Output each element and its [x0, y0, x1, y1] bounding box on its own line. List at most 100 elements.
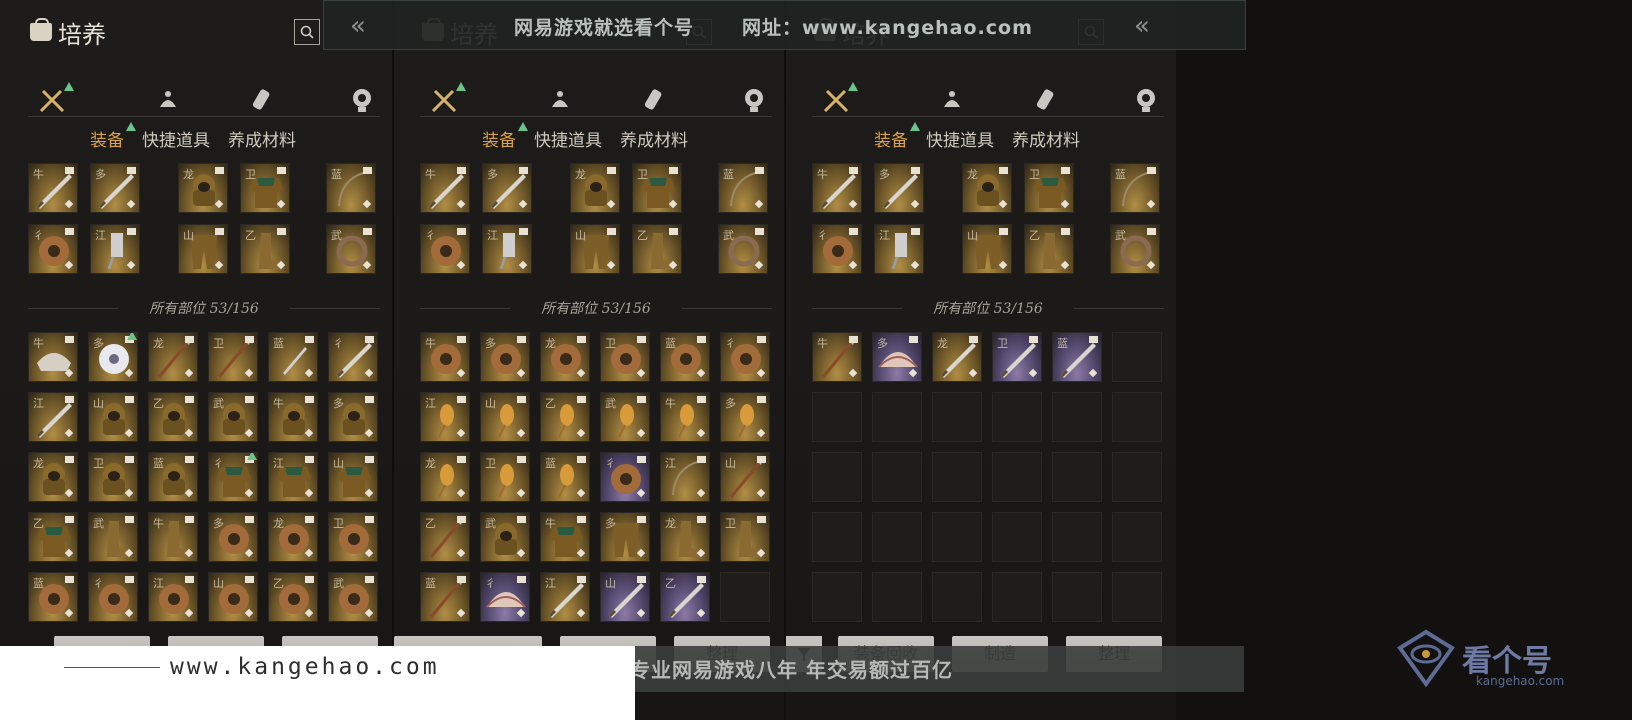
inventory-slot[interactable]: 多 [720, 392, 770, 442]
inventory-slot[interactable]: 牛 [420, 332, 470, 382]
subtab-item[interactable]: 装备 [482, 126, 516, 151]
inventory-slot[interactable]: 彳 [480, 572, 530, 622]
empty-inventory-slot[interactable] [812, 572, 862, 622]
inventory-slot[interactable]: 多 [480, 332, 530, 382]
inventory-slot[interactable]: 山 [480, 392, 530, 442]
inventory-slot[interactable]: 蓝 [28, 572, 78, 622]
tab-equipment-crossed-swords-icon[interactable] [34, 82, 74, 118]
tab-material-scroll-icon[interactable] [244, 82, 280, 118]
inventory-slot[interactable]: 蓝 [326, 163, 376, 213]
inventory-slot[interactable]: 龙 [540, 332, 590, 382]
empty-inventory-slot[interactable] [1112, 332, 1162, 382]
inventory-slot[interactable]: 蓝 [148, 452, 198, 502]
empty-inventory-slot[interactable] [812, 392, 862, 442]
inventory-slot[interactable]: 卫 [600, 332, 650, 382]
inventory-slot[interactable]: 乙 [28, 512, 78, 562]
inventory-slot[interactable]: 卫 [1024, 163, 1074, 213]
inventory-slot[interactable]: 牛 [812, 163, 862, 213]
inventory-slot[interactable]: 多 [88, 332, 138, 382]
empty-inventory-slot[interactable] [932, 572, 982, 622]
empty-inventory-slot[interactable] [1052, 512, 1102, 562]
inventory-slot[interactable]: 江 [482, 224, 532, 274]
inventory-slot[interactable]: 乙 [1024, 224, 1074, 274]
inventory-slot[interactable]: 蓝 [420, 572, 470, 622]
inventory-slot[interactable]: 蓝 [1110, 163, 1160, 213]
inventory-slot[interactable]: 牛 [148, 512, 198, 562]
inventory-slot[interactable]: 多 [872, 332, 922, 382]
subtab-item[interactable]: 快捷道具 [534, 126, 602, 151]
inventory-slot[interactable]: 山 [328, 452, 378, 502]
inventory-slot[interactable]: 江 [420, 392, 470, 442]
inventory-slot[interactable]: 蓝 [268, 332, 318, 382]
inventory-slot[interactable]: 牛 [812, 332, 862, 382]
tab-consumable-pouch-icon[interactable] [150, 82, 186, 118]
empty-inventory-slot[interactable] [932, 512, 982, 562]
inventory-slot[interactable]: 牛 [420, 163, 470, 213]
inventory-slot[interactable]: 多 [208, 512, 258, 562]
subtab-item[interactable]: 装备 [90, 126, 124, 151]
inventory-slot[interactable]: 蓝 [1052, 332, 1102, 382]
inventory-slot[interactable]: 乙 [240, 224, 290, 274]
inventory-slot[interactable]: 彳 [208, 452, 258, 502]
empty-inventory-slot[interactable] [992, 392, 1042, 442]
subtab-item[interactable]: 装备 [874, 126, 908, 151]
inventory-slot[interactable]: 蓝 [540, 452, 590, 502]
empty-inventory-slot[interactable] [1052, 392, 1102, 442]
empty-inventory-slot[interactable] [932, 452, 982, 502]
inventory-slot[interactable]: 牛 [28, 332, 78, 382]
inventory-slot[interactable]: 武 [326, 224, 376, 274]
empty-inventory-slot[interactable] [1112, 452, 1162, 502]
empty-inventory-slot[interactable] [932, 392, 982, 442]
subtab-item[interactable]: 养成材料 [620, 126, 688, 151]
inventory-slot[interactable]: 龙 [28, 452, 78, 502]
inventory-slot[interactable]: 武 [88, 512, 138, 562]
empty-inventory-slot[interactable] [992, 572, 1042, 622]
inventory-slot[interactable]: 彳 [600, 452, 650, 502]
inventory-slot[interactable]: 卫 [480, 452, 530, 502]
inventory-slot[interactable]: 乙 [540, 392, 590, 442]
inventory-slot[interactable]: 多 [600, 512, 650, 562]
empty-inventory-slot[interactable] [872, 452, 922, 502]
inventory-slot[interactable]: 龙 [148, 332, 198, 382]
empty-inventory-slot[interactable] [812, 512, 862, 562]
inventory-slot[interactable]: 武 [480, 512, 530, 562]
inventory-slot[interactable]: 乙 [632, 224, 682, 274]
inventory-slot[interactable]: 卫 [720, 512, 770, 562]
inventory-slot[interactable]: 牛 [268, 392, 318, 442]
inventory-slot[interactable]: 牛 [540, 512, 590, 562]
tab-equipment-crossed-swords-icon[interactable] [426, 82, 466, 118]
inventory-slot[interactable]: 彳 [328, 332, 378, 382]
inventory-slot[interactable]: 武 [600, 392, 650, 442]
empty-inventory-slot[interactable] [1112, 392, 1162, 442]
inventory-slot[interactable]: 江 [540, 572, 590, 622]
subtab-item[interactable]: 养成材料 [1012, 126, 1080, 151]
inventory-slot[interactable]: 龙 [178, 163, 228, 213]
inventory-slot[interactable]: 彳 [88, 572, 138, 622]
inventory-slot[interactable]: 乙 [268, 572, 318, 622]
inventory-slot[interactable]: 龙 [962, 163, 1012, 213]
inventory-slot[interactable]: 彳 [812, 224, 862, 274]
inventory-slot[interactable]: 武 [1110, 224, 1160, 274]
inventory-slot[interactable]: 多 [328, 392, 378, 442]
inventory-slot[interactable]: 多 [874, 163, 924, 213]
inventory-slot[interactable]: 山 [178, 224, 228, 274]
tab-consumable-pouch-icon[interactable] [542, 82, 578, 118]
inventory-slot[interactable]: 山 [570, 224, 620, 274]
inventory-slot[interactable]: 乙 [148, 392, 198, 442]
inventory-slot[interactable]: 江 [660, 452, 710, 502]
empty-inventory-slot[interactable] [720, 572, 770, 622]
inventory-slot[interactable]: 武 [208, 392, 258, 442]
empty-inventory-slot[interactable] [1112, 512, 1162, 562]
inventory-slot[interactable]: 牛 [28, 163, 78, 213]
inventory-slot[interactable]: 江 [28, 392, 78, 442]
subtab-item[interactable]: 快捷道具 [142, 126, 210, 151]
inventory-slot[interactable]: 卫 [328, 512, 378, 562]
tab-consumable-pouch-icon[interactable] [934, 82, 970, 118]
inventory-slot[interactable]: 山 [88, 392, 138, 442]
inventory-slot[interactable]: 龙 [268, 512, 318, 562]
inventory-slot[interactable]: 武 [328, 572, 378, 622]
inventory-slot[interactable]: 多 [90, 163, 140, 213]
inventory-slot[interactable]: 武 [718, 224, 768, 274]
empty-inventory-slot[interactable] [992, 452, 1042, 502]
inventory-slot[interactable]: 龙 [570, 163, 620, 213]
